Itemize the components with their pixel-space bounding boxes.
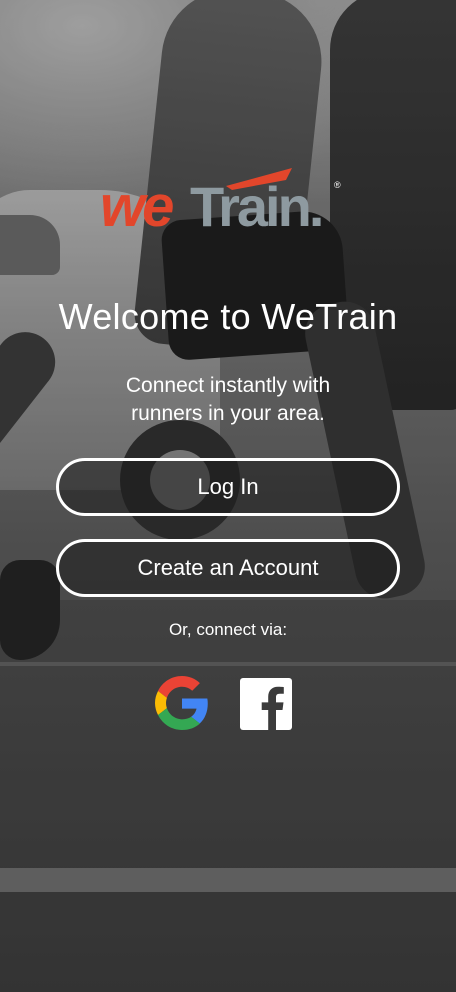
subtitle-line-2: runners in your area. xyxy=(131,402,325,425)
wetrain-logo: we Train. ® xyxy=(100,168,341,234)
create-account-button[interactable]: Create an Account xyxy=(56,539,400,597)
welcome-subtitle: Connect instantly with runners in your a… xyxy=(0,372,456,428)
subtitle-line-1: Connect instantly with xyxy=(125,374,331,397)
facebook-icon[interactable] xyxy=(240,678,292,730)
welcome-title: Welcome to WeTrain xyxy=(58,296,398,337)
logo-train-text: Train. xyxy=(190,175,321,234)
social-prompt: Or, connect via: xyxy=(168,620,288,639)
login-button[interactable]: Log In xyxy=(56,458,400,516)
google-icon[interactable] xyxy=(155,676,209,730)
logo-we-text: we xyxy=(100,174,173,234)
registered-mark: ® xyxy=(334,180,341,190)
